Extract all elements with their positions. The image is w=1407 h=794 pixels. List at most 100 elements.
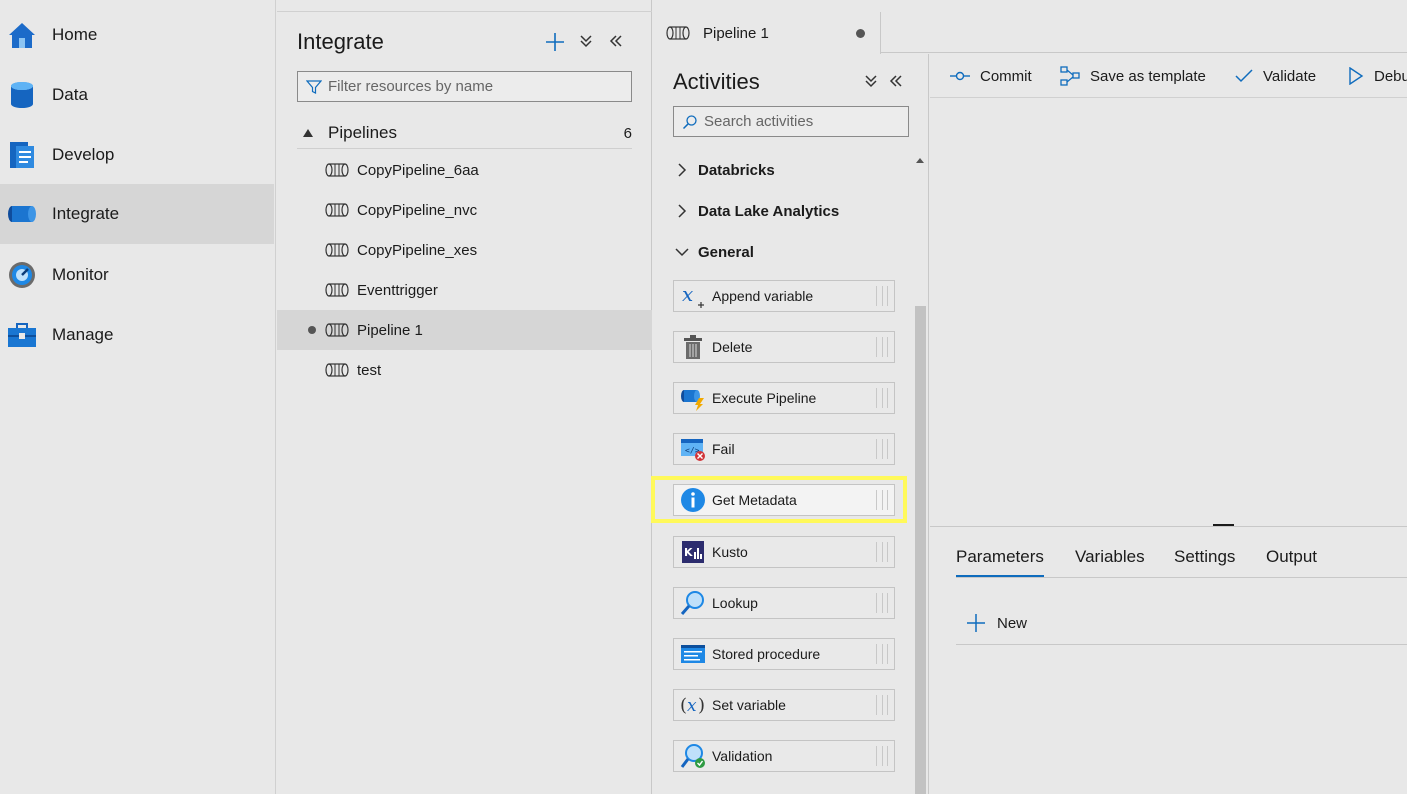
minimize-pane-icon[interactable] xyxy=(609,34,623,48)
drag-handle[interactable] xyxy=(876,695,888,715)
collapse-all-icon[interactable] xyxy=(864,74,878,88)
activity-label: Stored procedure xyxy=(712,646,821,662)
left-nav: Home Data Develop Integrate Monitor Mana… xyxy=(0,0,276,794)
tab-pipeline-1[interactable]: Pipeline 1 xyxy=(653,12,881,54)
document-icon xyxy=(10,142,34,168)
commit-button[interactable]: Commit xyxy=(950,54,1032,98)
activity-label: Kusto xyxy=(712,544,748,560)
activity-get-metadata[interactable]: Get Metadata xyxy=(673,484,895,516)
activity-kusto[interactable]: K Kusto xyxy=(673,536,895,568)
activity-label: Delete xyxy=(712,339,753,355)
validate-button[interactable]: Validate xyxy=(1235,54,1316,98)
filter-input[interactable] xyxy=(328,78,618,95)
svg-text:x: x xyxy=(687,696,697,716)
activity-fail[interactable]: </> Fail xyxy=(673,433,895,465)
info-icon xyxy=(681,488,705,512)
pipeline-canvas[interactable] xyxy=(930,98,1407,525)
pipeline-item[interactable]: CopyPipeline_xes xyxy=(277,230,652,270)
nav-label-monitor: Monitor xyxy=(52,265,109,284)
tab-variables[interactable]: Variables xyxy=(1075,547,1145,577)
nav-item-develop[interactable]: Develop xyxy=(0,125,274,185)
template-icon xyxy=(1060,66,1080,86)
new-label: New xyxy=(997,614,1028,632)
activity-set-variable[interactable]: ( x ) Set variable xyxy=(673,689,895,721)
pipeline-item[interactable]: Eventtrigger xyxy=(277,270,652,310)
group-label: General xyxy=(698,243,754,261)
activity-validation[interactable]: Validation xyxy=(673,740,895,772)
database-icon xyxy=(11,82,33,108)
tab-parameters[interactable]: Parameters xyxy=(956,547,1044,577)
nav-label-develop: Develop xyxy=(52,145,115,164)
debug-button[interactable]: Debug xyxy=(1348,54,1407,98)
nav-item-integrate[interactable]: Integrate xyxy=(0,184,274,244)
pipeline-item[interactable]: test xyxy=(277,350,652,390)
activities-pane: Activities Databricks Data Lake Analytic… xyxy=(653,54,929,794)
pipeline-label: Pipeline 1 xyxy=(357,321,423,339)
save-as-template-button[interactable]: Save as template xyxy=(1060,54,1206,98)
nav-label-data: Data xyxy=(52,85,88,104)
pipeline-icon xyxy=(666,26,690,40)
tab-strip: Pipeline 1 xyxy=(653,0,1407,54)
nav-item-manage[interactable]: Manage xyxy=(0,305,274,365)
activity-lookup[interactable]: Lookup xyxy=(673,587,895,619)
nav-item-data[interactable]: Data xyxy=(0,65,274,125)
drag-handle[interactable] xyxy=(876,439,888,459)
nav-item-home[interactable]: Home xyxy=(0,5,274,65)
pipeline-item[interactable]: CopyPipeline_6aa xyxy=(277,150,652,190)
minimize-pane-icon[interactable] xyxy=(889,74,903,88)
nav-item-monitor[interactable]: Monitor xyxy=(0,245,274,305)
add-icon[interactable] xyxy=(545,32,565,52)
trash-icon xyxy=(684,335,702,359)
set-variable-icon: ( x ) xyxy=(680,695,705,716)
scrollbar-thumb[interactable] xyxy=(915,306,926,794)
drag-handle[interactable] xyxy=(876,490,888,510)
activity-append-variable[interactable]: x Append variable xyxy=(673,280,895,312)
pipeline-icon xyxy=(325,203,349,217)
activity-stored-procedure[interactable]: Stored procedure xyxy=(673,638,895,670)
kusto-icon: K xyxy=(682,541,704,563)
new-parameter-button[interactable]: New xyxy=(966,613,1027,633)
unsaved-dot xyxy=(856,28,865,38)
validate-label: Validate xyxy=(1263,67,1317,85)
drag-handle[interactable] xyxy=(876,337,888,357)
drag-handle[interactable] xyxy=(876,542,888,562)
pipeline-item[interactable]: CopyPipeline_nvc xyxy=(277,190,652,230)
pipeline-icon xyxy=(325,283,349,297)
search-activities-input[interactable] xyxy=(704,113,904,130)
execute-pipeline-icon xyxy=(681,390,704,411)
expanded-triangle-icon xyxy=(303,129,313,137)
pipeline-icon xyxy=(325,243,349,257)
scroll-up-arrow-icon[interactable] xyxy=(916,158,924,163)
drag-handle[interactable] xyxy=(876,388,888,408)
collapse-all-icon[interactable] xyxy=(579,34,593,48)
group-databricks[interactable]: Databricks xyxy=(675,158,775,182)
filter-icon xyxy=(306,79,322,94)
pipeline-toolbar: Commit Save as template Validate Debug xyxy=(930,54,1407,98)
group-general[interactable]: General xyxy=(675,240,754,264)
svg-text:x: x xyxy=(682,283,693,306)
filter-box xyxy=(297,71,632,102)
tab-settings[interactable]: Settings xyxy=(1174,547,1235,577)
parameters-divider xyxy=(956,644,1407,645)
commit-label: Commit xyxy=(980,67,1032,85)
nav-label-home: Home xyxy=(52,25,98,44)
pipeline-label: CopyPipeline_nvc xyxy=(357,201,478,219)
activity-execute-pipeline[interactable]: Execute Pipeline xyxy=(673,382,895,414)
activity-label: Lookup xyxy=(712,595,758,611)
drag-handle[interactable] xyxy=(876,593,888,613)
activities-search-box xyxy=(673,106,909,137)
activity-label: Fail xyxy=(712,441,735,457)
group-data-lake-analytics[interactable]: Data Lake Analytics xyxy=(675,199,839,223)
drag-handle[interactable] xyxy=(876,286,888,306)
commit-icon xyxy=(950,71,970,81)
bottom-panel: Parameters Variables Settings Output New xyxy=(930,526,1407,794)
validation-icon xyxy=(680,744,705,768)
drag-handle[interactable] xyxy=(876,746,888,766)
pipelines-section-header[interactable]: Pipelines 6 xyxy=(297,118,632,149)
tab-output[interactable]: Output xyxy=(1266,547,1317,577)
activity-delete[interactable]: Delete xyxy=(673,331,895,363)
drag-handle[interactable] xyxy=(876,644,888,664)
plus-icon xyxy=(967,614,985,632)
stored-procedure-icon xyxy=(681,645,705,663)
pipeline-item-selected[interactable]: Pipeline 1 xyxy=(277,310,652,350)
